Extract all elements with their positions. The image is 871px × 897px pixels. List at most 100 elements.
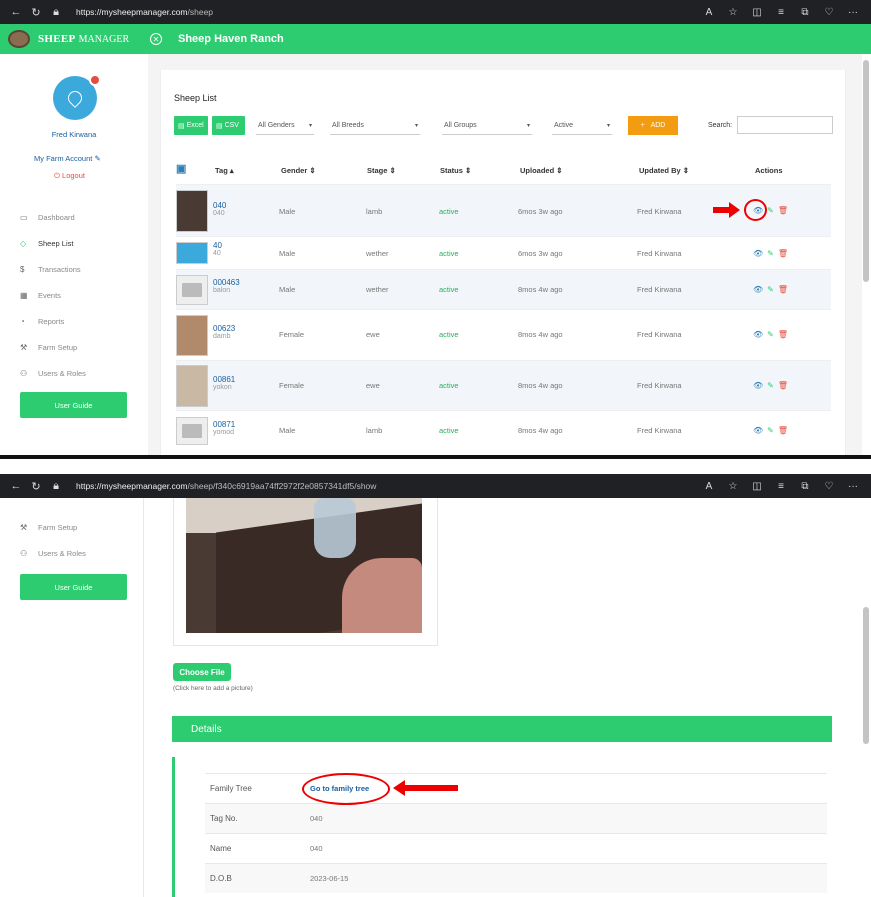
- table-header: ▣ Tag ▴ Gender ⇕ Stage ⇕ Status ⇕ Upload…: [176, 160, 831, 184]
- sheep-name: damb: [213, 333, 231, 340]
- delete-icon[interactable]: 🗑︎: [778, 285, 788, 294]
- placeholder-image-icon[interactable]: [176, 417, 208, 445]
- back-icon[interactable]: ←: [6, 480, 26, 492]
- search-input[interactable]: [737, 116, 833, 134]
- more-icon[interactable]: ···: [841, 481, 865, 492]
- delete-icon[interactable]: 🗑︎: [778, 381, 788, 390]
- gender-filter[interactable]: All Genders ▾: [256, 116, 314, 135]
- export-csv-button[interactable]: ▤ CSV: [212, 116, 245, 135]
- tag-link[interactable]: 00871: [213, 420, 235, 429]
- refresh-icon[interactable]: ↻: [26, 6, 46, 19]
- user-guide-button[interactable]: User Guide: [20, 574, 127, 600]
- sidebar-item-reports[interactable]: ◔ Reports: [20, 308, 86, 334]
- chevron-down-icon: ▾: [308, 122, 312, 129]
- stage-cell: wether: [366, 249, 389, 258]
- extensions-icon[interactable]: ♡: [817, 481, 841, 492]
- edit-icon[interactable]: ✎: [767, 285, 774, 294]
- table-row[interactable]: 00623 damb Female ewe active 8mos 4w ago …: [176, 309, 831, 360]
- split-screen-icon[interactable]: ◫: [745, 7, 769, 18]
- table-row[interactable]: 000463 balon Male wether active 8mos 4w a…: [176, 269, 831, 309]
- collections-icon[interactable]: ⧉: [793, 481, 817, 492]
- address-bar[interactable]: https://mysheepmanager.com/sheep: [76, 7, 213, 17]
- edit-icon[interactable]: ✎: [767, 426, 774, 435]
- avatar[interactable]: [53, 74, 101, 120]
- tag-link[interactable]: 00623: [213, 324, 235, 333]
- column-tag[interactable]: Tag ▴: [215, 166, 234, 175]
- sidebar-item-farm-setup[interactable]: ⚒ Farm Setup: [20, 514, 86, 540]
- column-stage[interactable]: Stage ⇕: [367, 166, 396, 175]
- gender-cell: Female: [279, 330, 305, 339]
- sidebar-item-sheep-list[interactable]: ◇ Sheep List: [20, 230, 86, 256]
- updated-by-cell: Fred Kirwana: [637, 381, 682, 390]
- sidebar-item-transactions[interactable]: $ Transactions: [20, 256, 86, 282]
- view-icon[interactable]: 👁︎: [753, 249, 763, 258]
- close-sidebar-icon[interactable]: ✕: [150, 33, 162, 45]
- read-aloud-icon[interactable]: A: [697, 481, 721, 492]
- tag-link[interactable]: 00861: [213, 375, 235, 384]
- column-gender[interactable]: Gender ⇕: [281, 166, 316, 175]
- extensions-icon[interactable]: ♡: [817, 7, 841, 18]
- scrollbar[interactable]: [863, 607, 869, 744]
- choose-file-button[interactable]: Choose File: [173, 663, 231, 681]
- table-row[interactable]: 00871 yomod Male lamb active 8mos 4w ago …: [176, 410, 831, 450]
- view-icon[interactable]: 👁︎: [753, 330, 763, 339]
- view-icon[interactable]: 👁︎: [753, 426, 763, 435]
- delete-icon[interactable]: 🗑︎: [778, 206, 788, 215]
- delete-icon[interactable]: 🗑︎: [778, 249, 788, 258]
- refresh-icon[interactable]: ↻: [26, 480, 46, 493]
- farm-account-link[interactable]: My Farm Account ✎: [34, 154, 101, 163]
- updated-by-cell: Fred Kirwana: [637, 285, 682, 294]
- sidebar-menu: ⚒ Farm Setup ⚇ Users & Roles: [20, 514, 86, 566]
- tag-link[interactable]: 000463: [213, 278, 240, 287]
- sidebar-item-events[interactable]: ▦ Events: [20, 282, 86, 308]
- tag-link[interactable]: 40: [213, 241, 222, 250]
- user-guide-button[interactable]: User Guide: [20, 392, 127, 418]
- add-sheep-button[interactable]: + ADD: [628, 116, 678, 135]
- column-uploaded[interactable]: Uploaded ⇕: [520, 166, 563, 175]
- screenshot-gap: [0, 459, 871, 474]
- sheep-photo[interactable]: [176, 242, 208, 264]
- sort-icon: ⇕: [682, 166, 690, 175]
- favorites-icon[interactable]: ≡: [769, 481, 793, 492]
- sidebar-item-users-roles[interactable]: ⚇ Users & Roles: [20, 540, 86, 566]
- sidebar-item-farm-setup[interactable]: ⚒ Farm Setup: [20, 334, 86, 360]
- uploaded-cell: 6mos 3w ago: [518, 249, 563, 258]
- export-excel-button[interactable]: ▤ Excel: [174, 116, 208, 135]
- favorites-icon[interactable]: ≡: [769, 7, 793, 18]
- breed-filter[interactable]: All Breeds ▾: [330, 116, 420, 135]
- address-bar[interactable]: https://mysheepmanager.com/sheep/f340c69…: [76, 481, 376, 491]
- group-filter[interactable]: All Groups ▾: [442, 116, 532, 135]
- sheep-photo[interactable]: [176, 365, 208, 407]
- back-icon[interactable]: ←: [6, 6, 26, 18]
- star-icon[interactable]: ☆: [721, 7, 745, 18]
- edit-icon[interactable]: ✎: [767, 249, 774, 258]
- read-aloud-icon[interactable]: A: [697, 7, 721, 18]
- column-status[interactable]: Status ⇕: [440, 166, 471, 175]
- sheep-name: yomod: [213, 429, 235, 436]
- view-icon[interactable]: 👁︎: [753, 285, 763, 294]
- sheep-photo[interactable]: [176, 315, 208, 356]
- edit-icon[interactable]: ✎: [767, 381, 774, 390]
- sidebar-item-dashboard[interactable]: ▭ Dashboard: [20, 204, 86, 230]
- edit-icon[interactable]: ✎: [767, 330, 774, 339]
- delete-icon[interactable]: 🗑︎: [778, 330, 788, 339]
- more-icon[interactable]: ···: [841, 7, 865, 18]
- star-icon[interactable]: ☆: [721, 481, 745, 492]
- sheep-photo[interactable]: [176, 190, 208, 232]
- logo[interactable]: SHEEP MANAGER: [0, 30, 150, 48]
- split-screen-icon[interactable]: ◫: [745, 481, 769, 492]
- column-updated-by[interactable]: Updated By ⇕: [639, 166, 689, 175]
- tag-link[interactable]: 040: [213, 201, 226, 210]
- scrollbar[interactable]: [863, 60, 869, 282]
- view-icon[interactable]: 👁︎: [753, 381, 763, 390]
- delete-icon[interactable]: 🗑︎: [778, 426, 788, 435]
- status-filter[interactable]: Active ▾: [552, 116, 612, 135]
- notification-badge[interactable]: [89, 74, 101, 86]
- collections-icon[interactable]: ⧉: [793, 7, 817, 18]
- table-row[interactable]: 00861 yokon Female ewe active 8mos 4w ago…: [176, 360, 831, 410]
- placeholder-image-icon[interactable]: [176, 275, 208, 305]
- sidebar-item-users-roles[interactable]: ⚇ Users & Roles: [20, 360, 86, 386]
- logout-link[interactable]: ⏻ Logout: [54, 171, 85, 181]
- edit-icon[interactable]: ✎: [767, 206, 774, 215]
- table-row[interactable]: 40 40 Male wether active 6mos 3w ago Fred…: [176, 236, 831, 269]
